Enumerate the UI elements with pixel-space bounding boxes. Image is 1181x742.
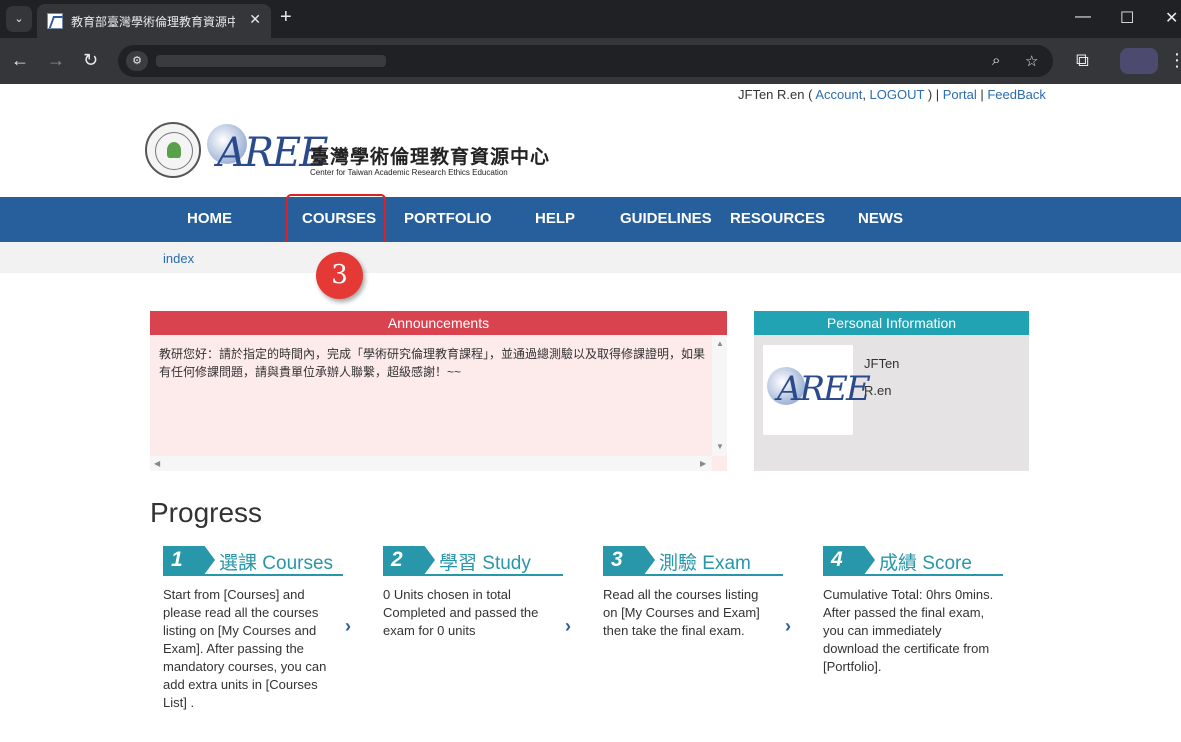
logo-title-en: Center for Taiwan Academic Research Ethi… xyxy=(310,168,508,177)
tab-search-button[interactable]: ⌄ xyxy=(6,6,32,32)
back-icon[interactable]: ← xyxy=(11,50,29,71)
tab-close-icon[interactable]: ✕ xyxy=(249,11,261,28)
minimize-icon[interactable]: — xyxy=(1075,8,1091,26)
personal-info-panel: AREE JFTen R.en xyxy=(754,335,1029,471)
nav-portfolio[interactable]: PORTFOLIO xyxy=(404,210,492,227)
step-label: 選課 Courses xyxy=(219,553,334,574)
chevron-right-icon: › xyxy=(565,616,571,636)
address-bar[interactable]: ⚙ ⌕ ☆ xyxy=(118,45,1053,77)
step-underline xyxy=(823,574,1003,576)
user-bar-text: ) | xyxy=(924,87,943,102)
logout-link[interactable]: LOGOUT xyxy=(870,87,925,102)
breadcrumb-index[interactable]: index xyxy=(163,251,194,266)
announcements-panel: 教研您好：請於指定的時間內，完成「學術研究倫理教育課程」，並通過總測驗以及取得修… xyxy=(150,335,727,471)
user-bar: JFTen R.en ( Account, LOGOUT ) | Portal … xyxy=(738,87,1046,102)
avatar-logo-mark: AREE xyxy=(777,369,871,409)
step-description: 0 Units chosen in total Completed and pa… xyxy=(383,587,539,638)
courses-highlight-box xyxy=(286,194,386,246)
window-close-icon[interactable]: ✕ xyxy=(1165,8,1178,28)
step-underline xyxy=(603,574,783,576)
nav-guidelines[interactable]: GUIDELINES xyxy=(620,210,712,227)
scroll-up-icon[interactable]: ▲ xyxy=(716,339,724,348)
nav-help[interactable]: HELP xyxy=(535,210,575,227)
step-label: 測驗 Exam xyxy=(659,553,751,574)
site-logo[interactable]: AREE 臺灣學術倫理教育資源中心 Center for Taiwan Acad… xyxy=(145,122,549,182)
chevron-right-icon: › xyxy=(785,616,791,636)
step-banner: 1 選課 Courses xyxy=(163,546,343,576)
nav-news[interactable]: NEWS xyxy=(858,210,903,227)
browser-menu-icon[interactable]: ⋮ xyxy=(1168,50,1181,71)
last-name: R.en xyxy=(864,383,892,398)
url-text xyxy=(156,55,386,67)
nav-resources[interactable]: RESOURCES xyxy=(730,210,825,227)
step-underline xyxy=(383,574,563,576)
breadcrumb-bar: index xyxy=(0,242,1181,273)
reload-icon[interactable]: ↻ xyxy=(83,50,98,71)
step-number: 4 xyxy=(823,546,875,574)
step-description: Cumulative Total: 0hrs 0mins. After pass… xyxy=(823,587,994,674)
user-bar-text: , xyxy=(862,87,870,102)
new-tab-button[interactable]: + xyxy=(280,6,292,29)
step-banner: 3 測驗 Exam xyxy=(603,546,783,576)
user-name: JFTen R.en xyxy=(738,87,805,102)
account-link[interactable]: Account xyxy=(815,87,862,102)
chevron-right-icon: › xyxy=(345,616,351,636)
browser-toolbar: ← → ↻ ⚙ ⌕ ☆ ⧉ ⋮ xyxy=(0,38,1181,84)
tab-title: 教育部臺灣學術倫理教育資源中心 xyxy=(71,15,235,29)
step-number: 1 xyxy=(163,546,215,574)
user-bar-text: ( xyxy=(804,87,816,102)
step-banner: 4 成績 Score xyxy=(823,546,1003,576)
browser-tab-bar: ⌄ 教育部臺灣學術倫理教育資源中心 ✕ + — ☐ ✕ xyxy=(0,0,1181,38)
site-favicon-icon xyxy=(47,13,63,29)
step-label: 成績 Score xyxy=(879,553,972,574)
profile-avatar[interactable] xyxy=(1120,48,1158,74)
logo-title-cn: 臺灣學術倫理教育資源中心 xyxy=(310,147,551,168)
progress-title: Progress xyxy=(150,497,263,528)
step-label: 學習 Study xyxy=(439,553,531,574)
step-underline xyxy=(163,574,343,576)
scroll-right-icon[interactable]: ▶ xyxy=(700,459,706,468)
zoom-icon[interactable]: ⌕ xyxy=(992,52,1000,69)
step-marker-badge: 3 xyxy=(316,252,363,299)
extensions-icon[interactable]: ⧉ xyxy=(1076,50,1089,71)
step-banner: 2 學習 Study xyxy=(383,546,563,576)
vertical-scrollbar[interactable]: ▲ ▼ xyxy=(712,335,727,456)
site-info-icon[interactable]: ⚙ xyxy=(126,51,148,71)
forward-icon[interactable]: → xyxy=(47,50,65,71)
browser-tab[interactable]: 教育部臺灣學術倫理教育資源中心 ✕ xyxy=(37,4,271,38)
ministry-of-education-seal-icon xyxy=(145,122,201,178)
user-bar-text: | xyxy=(976,87,988,102)
personal-info-header: Personal Information xyxy=(754,311,1029,335)
maximize-icon[interactable]: ☐ xyxy=(1120,8,1134,28)
horizontal-scrollbar[interactable]: ◀ ▶ xyxy=(150,456,712,471)
main-nav: HOME COURSES PORTFOLIO HELP GUIDELINES R… xyxy=(0,197,1181,242)
feedback-link[interactable]: FeedBack xyxy=(987,87,1046,102)
step-description: Start from [Courses] and please read all… xyxy=(163,587,327,710)
announcement-text: 教研您好：請於指定的時間內，完成「學術研究倫理教育課程」，並通過總測驗以及取得修… xyxy=(159,347,706,379)
bookmark-star-icon[interactable]: ☆ xyxy=(1025,52,1038,70)
step-number: 3 xyxy=(603,546,655,574)
scroll-left-icon[interactable]: ◀ xyxy=(154,459,160,468)
portal-link[interactable]: Portal xyxy=(943,87,977,102)
scroll-down-icon[interactable]: ▼ xyxy=(716,442,724,451)
first-name: JFTen xyxy=(864,356,900,371)
avatar: AREE xyxy=(763,345,871,435)
step-number: 2 xyxy=(383,546,435,574)
step-description: Read all the courses listing on [My Cour… xyxy=(603,587,760,638)
nav-home[interactable]: HOME xyxy=(187,210,232,227)
announcements-header: Announcements xyxy=(150,311,727,335)
